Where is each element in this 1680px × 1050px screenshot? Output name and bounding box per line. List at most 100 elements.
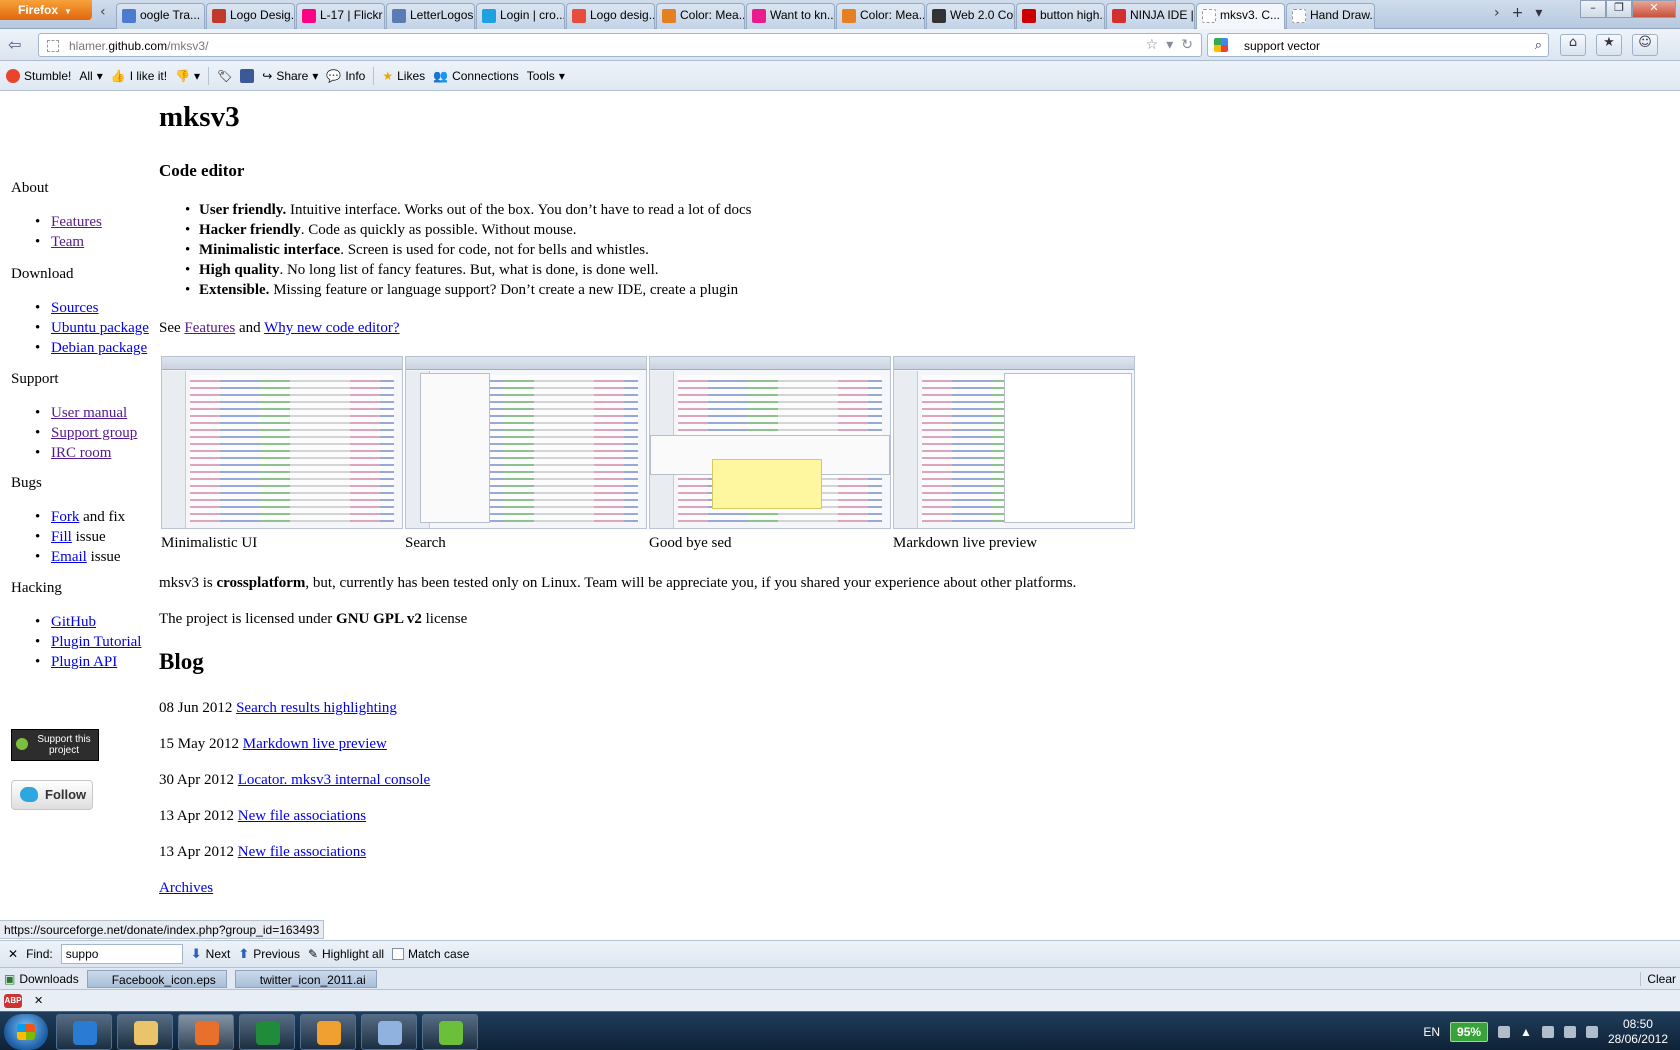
share-button[interactable]: ↪ Share ▾ xyxy=(262,69,318,83)
find-next-button[interactable]: ⬇ Next xyxy=(191,947,231,962)
minimize-icon[interactable]: – xyxy=(1580,0,1606,18)
download-item[interactable]: twitter_icon_2011.ai xyxy=(234,969,377,988)
why-new-code-editor-link[interactable]: Why new code editor? xyxy=(264,320,399,336)
adblock-plus-icon[interactable]: ABP xyxy=(4,993,22,1008)
screenshot-thumbnail[interactable] xyxy=(649,356,891,529)
sidebar-link[interactable]: Plugin Tutorial xyxy=(51,634,141,650)
downloads-button[interactable]: ▣ Downloads xyxy=(4,972,79,986)
highlight-all-button[interactable]: ✎ Highlight all xyxy=(308,947,384,961)
taskbar-app-ie[interactable] xyxy=(56,1014,112,1050)
close-window-icon[interactable]: ✕ xyxy=(1632,0,1676,18)
tab-3[interactable]: LetterLogos... xyxy=(386,3,475,29)
search-bar[interactable]: support vector ⌕ xyxy=(1207,33,1549,57)
taskbar-app-app[interactable] xyxy=(422,1014,478,1050)
url-bar[interactable]: hlamer.github.com/mksv3/ ☆ ▾ ↻ xyxy=(38,33,1202,57)
start-button[interactable] xyxy=(4,1014,48,1050)
site-identity-icon[interactable] xyxy=(47,40,59,52)
home-icon[interactable]: ⌂ xyxy=(1560,34,1586,56)
tab-scroll-left-icon[interactable]: ‹ xyxy=(100,4,106,20)
tab-12[interactable]: mksv3. C...✕ xyxy=(1196,3,1285,29)
features-link[interactable]: Features xyxy=(184,320,235,336)
sidebar-link[interactable]: Email xyxy=(51,549,87,565)
clear-downloads-button[interactable]: Clear xyxy=(1640,971,1676,986)
history-dropdown-icon[interactable]: ▾ xyxy=(1166,37,1173,53)
sidebar-link[interactable]: Fill xyxy=(51,529,72,545)
close-find-icon[interactable]: ✕ xyxy=(8,947,18,961)
tab-6[interactable]: Color: Mea... xyxy=(656,3,745,29)
bookmarks-icon[interactable]: ★ xyxy=(1596,34,1622,56)
tab-4[interactable]: Login | cro... xyxy=(476,3,565,29)
archives-link[interactable]: Archives xyxy=(159,880,213,896)
firefox-menu-button[interactable]: Firefox ▼ xyxy=(0,0,92,20)
likes-button[interactable]: ★ Likes xyxy=(382,69,425,83)
tag-button[interactable]: 🏷 xyxy=(217,69,232,83)
network-icon[interactable] xyxy=(1563,1025,1576,1038)
facebook-button[interactable] xyxy=(240,68,255,83)
back-arrow-icon[interactable]: ⇦ xyxy=(8,35,21,54)
sidebar-link[interactable]: Sources xyxy=(51,300,99,316)
battery-indicator[interactable]: 95% xyxy=(1450,1021,1489,1042)
bookmark-star-icon[interactable]: ☆ xyxy=(1146,37,1159,53)
tab-5[interactable]: Logo desig... xyxy=(566,3,655,29)
stumble-button[interactable]: Stumble! xyxy=(6,68,71,83)
screenshot-thumbnail[interactable] xyxy=(405,356,647,529)
dislike-button[interactable]: 👎 ▾ xyxy=(175,69,200,83)
download-item[interactable]: Facebook_icon.eps xyxy=(86,969,227,988)
like-button[interactable]: 👍 I like it! xyxy=(111,69,167,83)
close-addon-bar-icon[interactable]: ✕ xyxy=(34,994,43,1007)
match-case-checkbox[interactable]: Match case xyxy=(392,947,469,961)
sidebar-link[interactable]: GitHub xyxy=(51,614,96,630)
sidebar-link[interactable]: Fork xyxy=(51,509,79,525)
taskbar-app-firefox[interactable] xyxy=(178,1014,234,1050)
sidebar-link[interactable]: Ubuntu package xyxy=(51,320,149,336)
blog-post-link[interactable]: New file associations xyxy=(238,844,366,860)
restore-icon[interactable]: ❐ xyxy=(1606,0,1632,18)
new-tab-icon[interactable]: + xyxy=(1512,5,1524,21)
tab-8[interactable]: Color: Mea... xyxy=(836,3,925,29)
screenshot-thumbnail[interactable] xyxy=(161,356,403,529)
taskbar-app-excel[interactable] xyxy=(239,1014,295,1050)
find-previous-button[interactable]: ⬆ Previous xyxy=(238,947,300,962)
tab-list-icon[interactable]: ▾ xyxy=(1535,5,1542,21)
tab-13[interactable]: Hand Draw... xyxy=(1286,3,1375,29)
addon-face-icon[interactable]: ☺ xyxy=(1632,34,1658,56)
sidebar-link[interactable]: Support group xyxy=(51,425,137,441)
sidebar-link[interactable]: Team xyxy=(51,234,84,250)
tab-2[interactable]: L-17 | Flickr ... xyxy=(296,3,385,29)
google-search-engine-icon[interactable] xyxy=(1214,38,1228,52)
tab-10[interactable]: button high... xyxy=(1016,3,1105,29)
volume-icon[interactable] xyxy=(1585,1025,1598,1038)
reload-icon[interactable]: ↻ xyxy=(1181,37,1193,53)
support-this-project-button[interactable]: Support this project xyxy=(11,729,99,761)
blog-post-link[interactable]: Markdown live preview xyxy=(243,736,387,752)
info-button[interactable]: 💬 Info xyxy=(326,69,365,83)
sidebar-link[interactable]: IRC room xyxy=(51,445,111,461)
blog-post-link[interactable]: Search results highlighting xyxy=(236,700,397,716)
tray-app-icon[interactable] xyxy=(1498,1025,1511,1038)
tab-0[interactable]: oogle Tra... xyxy=(116,3,205,29)
twitter-follow-button[interactable]: Follow xyxy=(11,780,93,810)
tab-scroll-right-icon[interactable]: › xyxy=(1494,5,1500,21)
sidebar-link[interactable]: Plugin API xyxy=(51,654,117,670)
close-tab-icon[interactable]: ✕ xyxy=(1284,8,1285,21)
sidebar-link[interactable]: User manual xyxy=(51,405,127,421)
power-icon[interactable] xyxy=(1541,1025,1554,1038)
tab-1[interactable]: Logo Desig... xyxy=(206,3,295,29)
search-icon[interactable]: ⌕ xyxy=(1535,37,1542,53)
tools-menu[interactable]: Tools ▾ xyxy=(527,69,565,83)
blog-post-link[interactable]: Locator. mksv3 internal console xyxy=(238,772,430,788)
connections-button[interactable]: 👥 Connections xyxy=(433,69,519,83)
blog-post-link[interactable]: New file associations xyxy=(238,808,366,824)
tab-11[interactable]: NINJA IDE | ... xyxy=(1106,3,1195,29)
show-hidden-icons-icon[interactable]: ▲ xyxy=(1520,1025,1532,1039)
taskbar-app-explorer[interactable] xyxy=(117,1014,173,1050)
clock[interactable]: 08:50 28/06/2012 xyxy=(1608,1017,1668,1047)
tab-9[interactable]: Web 2.0 Col... xyxy=(926,3,1015,29)
language-indicator[interactable]: EN xyxy=(1423,1025,1440,1039)
taskbar-app-mail[interactable] xyxy=(300,1014,356,1050)
tab-7[interactable]: Want to kn... xyxy=(746,3,835,29)
screenshot-thumbnail[interactable] xyxy=(893,356,1135,529)
sidebar-link[interactable]: Debian package xyxy=(51,340,147,356)
taskbar-app-network[interactable] xyxy=(361,1014,417,1050)
find-input[interactable] xyxy=(60,944,183,964)
